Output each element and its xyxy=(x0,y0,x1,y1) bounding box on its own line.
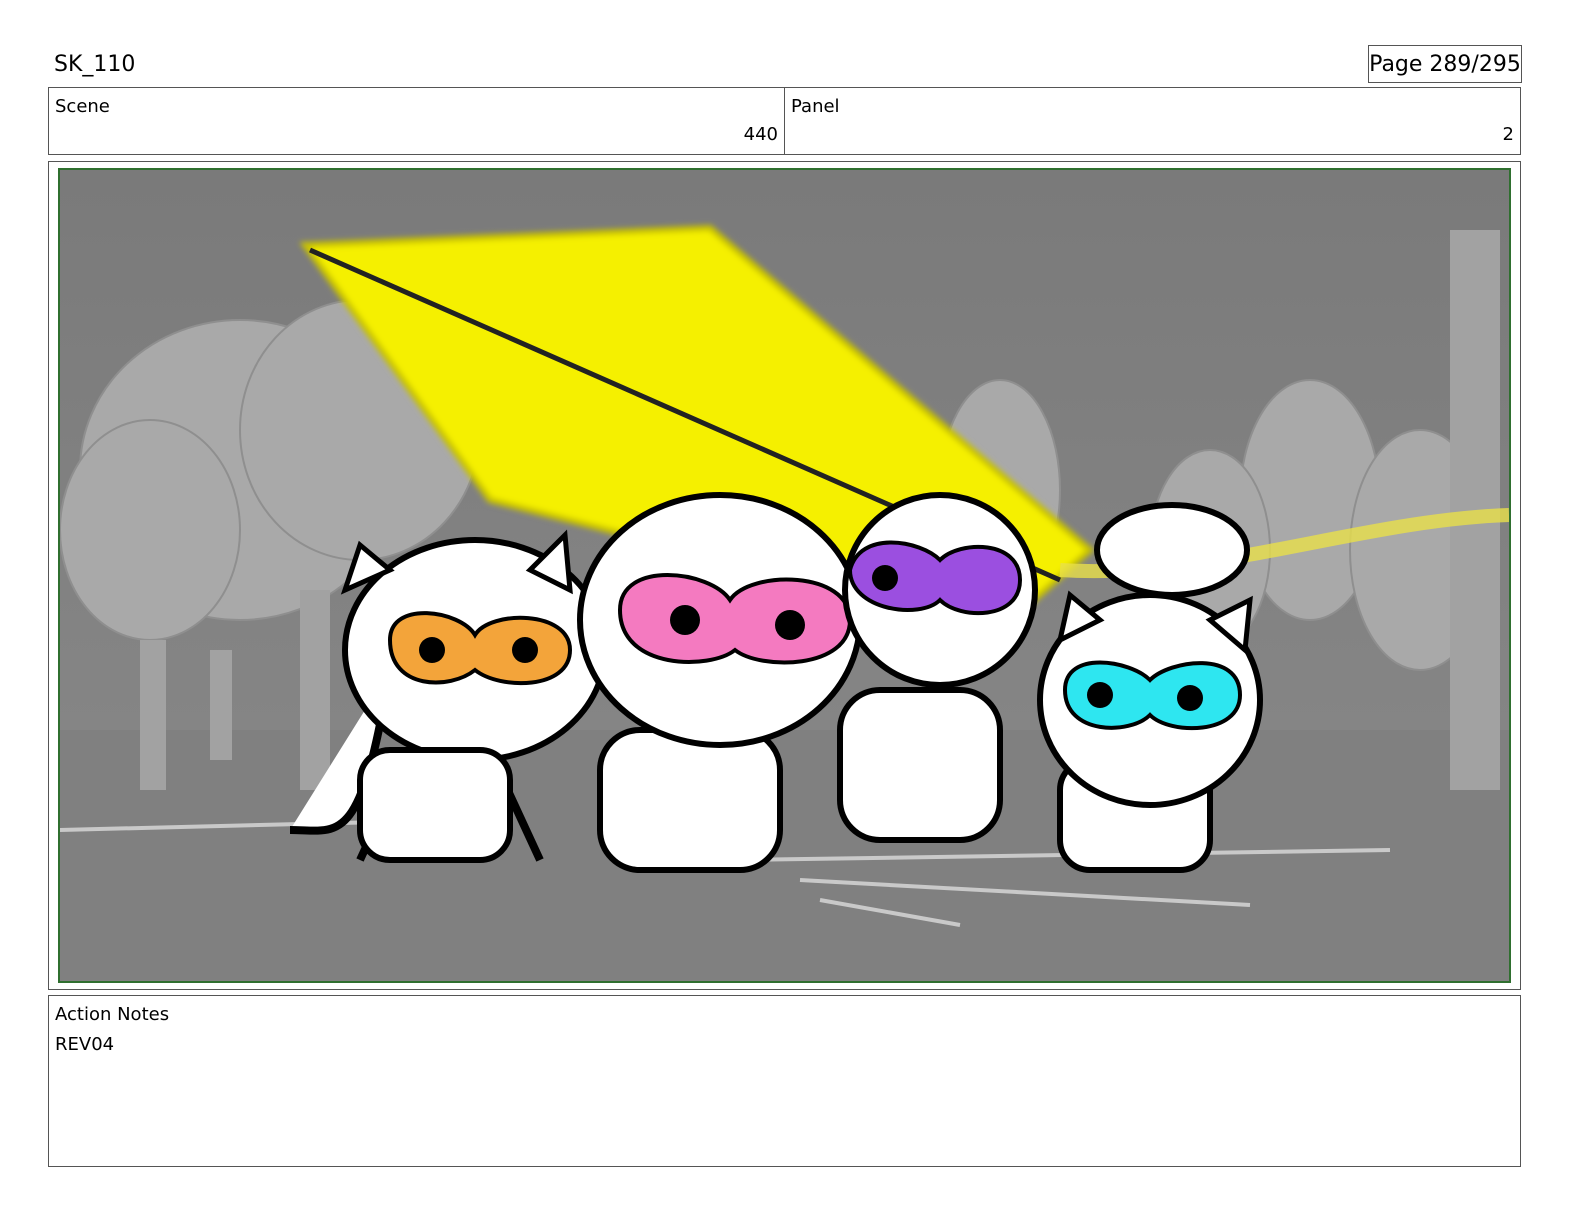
panel-label: Panel xyxy=(791,96,840,117)
panel-cell: Panel 2 xyxy=(785,88,1520,154)
page-number-box: Page 289/295 xyxy=(1368,45,1522,83)
ground xyxy=(60,730,1509,981)
scene-value: 440 xyxy=(743,124,778,145)
panel-value: 2 xyxy=(1502,124,1514,145)
action-notes-text: REV04 xyxy=(55,1034,115,1055)
scene-panel-header: Scene 440 Panel 2 xyxy=(48,87,1521,155)
storyboard-image xyxy=(58,168,1511,983)
document-title: SK_110 xyxy=(54,52,136,77)
scene-cell: Scene 440 xyxy=(49,88,785,154)
scene-label: Scene xyxy=(55,96,110,117)
action-notes-label: Action Notes xyxy=(55,1004,170,1025)
storyboard-drawing xyxy=(60,170,1509,981)
action-notes-box: Action Notes REV04 xyxy=(48,995,1521,1167)
